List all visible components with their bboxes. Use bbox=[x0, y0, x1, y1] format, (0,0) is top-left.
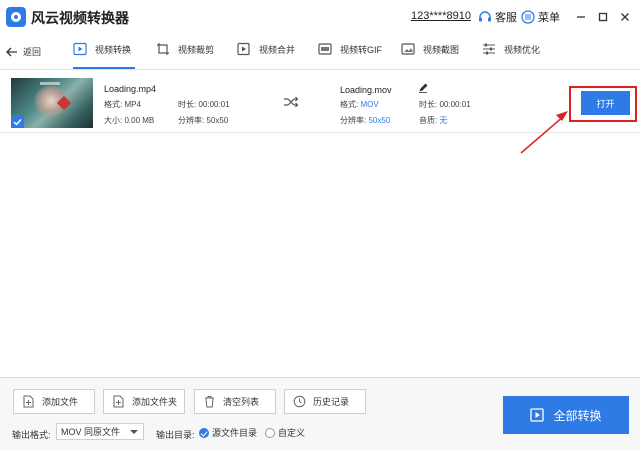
screenshot-icon bbox=[401, 43, 415, 55]
support-label: 客服 bbox=[495, 12, 517, 24]
tab-label: 视频转GIF bbox=[340, 45, 382, 55]
meta-key: 时长: bbox=[178, 100, 197, 109]
output-file-name: Loading.mov bbox=[340, 85, 392, 95]
maximize-icon bbox=[598, 12, 608, 22]
open-button[interactable]: 打开 bbox=[581, 91, 630, 115]
meta-value: MP4 bbox=[124, 100, 141, 109]
add-file-icon bbox=[23, 395, 34, 408]
tab-label: 视频转换 bbox=[95, 45, 132, 55]
title-bar: 风云视频转换器 123****8910 客服 菜单 bbox=[0, 0, 640, 34]
meta-value: 00:00:01 bbox=[439, 100, 471, 109]
radio-source-dir[interactable]: 源文件目录 bbox=[199, 426, 257, 439]
tab-video-screenshot[interactable]: 视频截图 bbox=[401, 43, 459, 69]
output-duration: 时长: 00:00:01 bbox=[419, 99, 471, 110]
meta-key: 时长: bbox=[419, 100, 438, 109]
minimize-icon bbox=[577, 16, 585, 18]
source-file-name: Loading.mp4 bbox=[104, 84, 157, 94]
radio-label: 自定义 bbox=[278, 428, 306, 438]
user-account-link[interactable]: 123****8910 bbox=[411, 10, 471, 22]
bottom-toolbar: 添加文件 添加文件夹 清空列表 历史记录 输出格式: MOV 同原文件 输出目录… bbox=[0, 377, 640, 450]
maximize-button[interactable] bbox=[596, 10, 610, 24]
history-button[interactable]: 历史记录 bbox=[284, 389, 366, 414]
radio-custom-dir[interactable]: 自定义 bbox=[265, 426, 305, 439]
menu-label: 菜单 bbox=[538, 12, 560, 24]
menu-button[interactable]: 菜单 bbox=[521, 9, 560, 25]
radio-label: 源文件目录 bbox=[212, 428, 258, 438]
optimize-icon bbox=[483, 43, 495, 55]
merge-icon bbox=[237, 42, 250, 56]
output-resolution[interactable]: 分辨率: 50x50 bbox=[340, 115, 390, 126]
checkmark-icon bbox=[13, 118, 22, 126]
convert-all-label: 全部转换 bbox=[553, 408, 602, 423]
output-format-select[interactable]: MOV 同原文件 bbox=[56, 423, 144, 440]
tab-video-crop[interactable]: 视频裁剪 bbox=[156, 43, 214, 69]
tab-label: 视频合并 bbox=[259, 45, 296, 55]
add-file-label: 添加文件 bbox=[42, 397, 79, 407]
source-format: 格式: MP4 bbox=[104, 99, 141, 110]
output-dir-label: 输出目录: bbox=[156, 430, 195, 440]
row-checkbox[interactable] bbox=[11, 115, 24, 128]
add-folder-label: 添加文件夹 bbox=[132, 397, 178, 407]
trash-icon bbox=[205, 396, 214, 408]
back-button[interactable]: 返回 bbox=[6, 45, 41, 58]
menu-icon bbox=[521, 10, 535, 24]
meta-value: 50x50 bbox=[206, 116, 229, 125]
add-file-button[interactable]: 添加文件 bbox=[13, 389, 95, 414]
back-arrow-icon bbox=[6, 47, 17, 56]
close-icon bbox=[621, 13, 629, 21]
app-logo bbox=[6, 7, 26, 27]
meta-value: MOV bbox=[360, 100, 379, 109]
tab-video-optimize[interactable]: 视频优化 bbox=[482, 43, 540, 69]
app-title: 风云视频转换器 bbox=[31, 10, 129, 26]
source-size: 大小: 0.00 MB bbox=[104, 115, 154, 126]
convert-all-button[interactable]: 全部转换 bbox=[503, 396, 629, 434]
history-label: 历史记录 bbox=[313, 397, 350, 407]
play-icon bbox=[530, 408, 545, 422]
tab-video-convert[interactable]: 视频转换 bbox=[73, 42, 135, 69]
output-audio[interactable]: 音质: 无 bbox=[419, 115, 447, 126]
meta-value: 无 bbox=[439, 116, 448, 125]
chevron-down-icon bbox=[130, 430, 138, 434]
meta-value: 00:00:01 bbox=[198, 100, 230, 109]
output-format[interactable]: 格式: MOV bbox=[340, 99, 379, 110]
meta-key: 大小: bbox=[104, 116, 123, 125]
add-folder-button[interactable]: 添加文件夹 bbox=[103, 389, 185, 414]
clear-list-button[interactable]: 清空列表 bbox=[194, 389, 276, 414]
meta-value: 50x50 bbox=[368, 116, 391, 125]
tab-video-gif[interactable]: 视频转GIF bbox=[318, 43, 382, 69]
gif-icon bbox=[318, 43, 332, 55]
convert-icon bbox=[73, 42, 87, 56]
file-list: Loading.mp4 格式: MP4 时长: 00:00:01 大小: 0.0… bbox=[0, 71, 640, 377]
meta-key: 音质: bbox=[419, 116, 438, 125]
tab-label: 视频优化 bbox=[504, 45, 541, 55]
clear-list-label: 清空列表 bbox=[223, 397, 260, 407]
support-button[interactable]: 客服 bbox=[478, 9, 517, 25]
output-format-value: MOV 同原文件 bbox=[61, 427, 121, 437]
meta-key: 格式: bbox=[340, 100, 359, 109]
radio-unchecked-icon bbox=[265, 427, 275, 438]
meta-key: 分辨率: bbox=[340, 116, 367, 125]
add-folder-icon bbox=[113, 395, 124, 408]
close-button[interactable] bbox=[618, 10, 632, 24]
shuffle-icon bbox=[284, 96, 299, 108]
source-resolution: 分辨率: 50x50 bbox=[178, 115, 228, 126]
output-format-label: 输出格式: bbox=[12, 430, 51, 440]
meta-key: 分辨率: bbox=[178, 116, 205, 125]
crop-icon bbox=[157, 43, 169, 55]
tab-label: 视频截图 bbox=[423, 45, 460, 55]
edit-pencil-icon[interactable] bbox=[418, 83, 428, 93]
tab-video-merge[interactable]: 视频合并 bbox=[237, 42, 296, 69]
radio-checked-icon bbox=[199, 427, 209, 438]
clock-icon bbox=[293, 395, 306, 408]
headset-icon bbox=[479, 11, 491, 22]
tab-label: 视频裁剪 bbox=[178, 45, 215, 55]
back-label: 返回 bbox=[23, 47, 42, 57]
meta-key: 格式: bbox=[104, 100, 123, 109]
feature-tab-bar: 返回 视频转换 视频裁剪 视频合并 视频转GIF 视频截图 视频优化 bbox=[0, 34, 640, 70]
source-duration: 时长: 00:00:01 bbox=[178, 99, 230, 110]
minimize-button[interactable] bbox=[574, 10, 588, 24]
list-item[interactable]: Loading.mp4 格式: MP4 时长: 00:00:01 大小: 0.0… bbox=[0, 71, 640, 133]
meta-value: 0.00 MB bbox=[124, 116, 155, 125]
